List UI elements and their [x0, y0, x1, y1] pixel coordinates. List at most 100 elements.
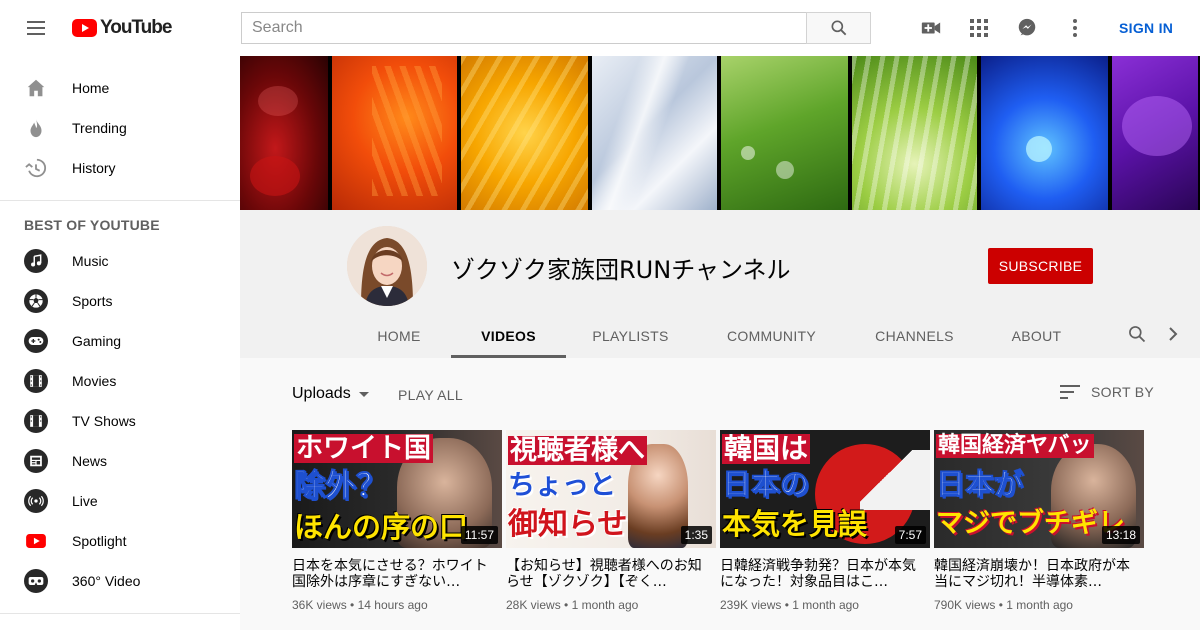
video-card[interactable]: 視聴者様へ ちょっと 御知らせ 1:35 【お知らせ】視聴者様へのお知らせ【ゾク…	[506, 430, 716, 612]
uploads-dropdown[interactable]: Uploads	[292, 385, 369, 403]
video-title[interactable]: 【お知らせ】視聴者様へのお知らせ【ゾクゾク】【ぞく…	[506, 558, 716, 590]
meta-separator: •	[998, 598, 1003, 612]
gaming-icon	[24, 329, 48, 353]
youtube-logo[interactable]: YouTube	[72, 17, 172, 39]
sidebar-item-360-video[interactable]: 360° Video	[0, 561, 240, 601]
sidebar-item-label: Gaming	[72, 333, 122, 349]
sidebar-item-news[interactable]: News	[0, 441, 240, 481]
video-duration: 11:57	[460, 526, 498, 544]
channel-avatar[interactable]	[347, 226, 427, 306]
sidebar-item-label: Sports	[72, 293, 113, 309]
play-all-button[interactable]: PLAY ALL	[398, 387, 463, 403]
channel-banner	[240, 56, 1200, 210]
video-title[interactable]: 日韓経済戦争勃発？日本が本気になった！対象品目はこ…	[720, 558, 930, 590]
video-views: 790K views	[934, 598, 996, 612]
sidebar-item-gaming[interactable]: Gaming	[0, 321, 240, 361]
messages-icon[interactable]	[1015, 16, 1039, 40]
caret-down-icon	[358, 391, 369, 397]
tab-videos[interactable]: VIDEOS	[451, 314, 566, 358]
channel-search-icon[interactable]	[1125, 322, 1149, 346]
sidebar-item-label: News	[72, 453, 108, 469]
sidebar-divider	[0, 613, 240, 614]
video-metadata: 36K views • 14 hours ago	[292, 598, 502, 612]
thumbnail-caption: マジでブチギレ	[936, 508, 1125, 539]
video-duration: 13:18	[1101, 526, 1140, 544]
video-duration: 7:57	[894, 526, 926, 544]
sidebar-item-label: Movies	[72, 373, 117, 389]
tv-icon	[24, 409, 48, 433]
chevron-right-icon[interactable]	[1161, 322, 1185, 346]
sort-icon	[1060, 385, 1080, 399]
sign-in-button[interactable]: SIGN IN	[1119, 20, 1173, 36]
sidebar-item-tv-shows[interactable]: TV Shows	[0, 401, 240, 441]
guide-sidebar: Home Trending History BEST OF YOUTUBE Mu…	[0, 56, 240, 630]
search-button[interactable]	[806, 12, 871, 44]
flame-icon	[24, 116, 48, 140]
video-grid: ホワイト国 除外？ ほんの序の口 11:57 日本を本気にさせる？ホワイト国除外…	[292, 430, 1148, 612]
banner-strip-orange	[332, 56, 457, 210]
video-metadata: 28K views • 1 month ago	[506, 598, 716, 612]
banner-strip-red	[240, 56, 328, 210]
sidebar-item-live[interactable]: Live	[0, 481, 240, 521]
video-title[interactable]: 日本を本気にさせる？ホワイト国除外は序章にすぎない…	[292, 558, 502, 590]
tab-community[interactable]: COMMUNITY	[695, 314, 848, 358]
tab-playlists[interactable]: PLAYLISTS	[566, 314, 695, 358]
banner-strip-yellow	[461, 56, 588, 210]
sidebar-item-home[interactable]: Home	[0, 68, 240, 108]
video-thumbnail[interactable]: 韓国は 日本の 本気を見誤 7:57	[720, 430, 930, 548]
meta-separator: •	[350, 598, 355, 612]
thumbnail-caption: 除外？	[294, 468, 388, 504]
video-title[interactable]: 韓国経済崩壊か！日本政府が本当にマジ切れ！半導体素…	[934, 558, 1144, 590]
video-metadata: 790K views • 1 month ago	[934, 598, 1144, 612]
tab-about[interactable]: ABOUT	[981, 314, 1092, 358]
video-thumbnail[interactable]: 視聴者様へ ちょっと 御知らせ 1:35	[506, 430, 716, 548]
video-views: 28K views	[506, 598, 561, 612]
logo-text: YouTube	[100, 17, 172, 38]
meta-separator: •	[784, 598, 789, 612]
sidebar-item-label: History	[72, 160, 116, 176]
history-icon	[24, 156, 48, 180]
sidebar-item-trending[interactable]: Trending	[0, 108, 240, 148]
video-age: 14 hours ago	[357, 598, 428, 612]
sidebar-item-label: Spotlight	[72, 533, 127, 549]
sort-by-label: SORT BY	[1091, 384, 1155, 400]
sidebar-item-label: Live	[72, 493, 98, 509]
create-video-icon[interactable]	[919, 16, 943, 40]
video-card[interactable]: ホワイト国 除外？ ほんの序の口 11:57 日本を本気にさせる？ホワイト国除外…	[292, 430, 502, 612]
video-age: 1 month ago	[792, 598, 859, 612]
search-input[interactable]	[241, 12, 807, 44]
thumbnail-caption: ホワイト国	[294, 433, 433, 464]
tab-home[interactable]: HOME	[347, 314, 451, 358]
thumbnail-caption: 韓国は	[722, 432, 811, 465]
thumbnail-caption: 韓国経済ヤバッ	[936, 433, 1094, 458]
meta-separator: •	[564, 598, 569, 612]
subscribe-button[interactable]: SUBSCRIBE	[988, 248, 1093, 284]
sidebar-item-movies[interactable]: Movies	[0, 361, 240, 401]
spotlight-icon	[24, 529, 48, 553]
vr-icon	[24, 569, 48, 593]
video-thumbnail[interactable]: 韓国経済ヤバッ 日本が マジでブチギレ 13:18	[934, 430, 1144, 548]
sidebar-item-spotlight[interactable]: Spotlight	[0, 521, 240, 561]
more-vert-icon[interactable]	[1063, 16, 1087, 40]
video-age: 1 month ago	[571, 598, 639, 612]
video-card[interactable]: 韓国は 日本の 本気を見誤 7:57 日韓経済戦争勃発？日本が本気になった！対象…	[720, 430, 930, 612]
live-icon	[24, 489, 48, 513]
channel-title: ゾクゾク家族団RUNチャンネル	[451, 256, 791, 284]
hamburger-menu-icon[interactable]	[24, 16, 48, 40]
search-icon	[831, 20, 846, 36]
channel-header: ゾクゾク家族団RUNチャンネル SUBSCRIBE HOME VIDEOS PL…	[240, 210, 1200, 358]
sidebar-item-label: Home	[72, 80, 110, 96]
tab-channels[interactable]: CHANNELS	[848, 314, 981, 358]
youtube-play-icon	[72, 19, 97, 37]
apps-grid-icon[interactable]	[967, 16, 991, 40]
sidebar-item-sports[interactable]: Sports	[0, 281, 240, 321]
video-card[interactable]: 韓国経済ヤバッ 日本が マジでブチギレ 13:18 韓国経済崩壊か！日本政府が本…	[934, 430, 1144, 612]
thumbnail-caption: 日本の	[721, 467, 810, 501]
sort-by-button[interactable]: SORT BY	[1060, 384, 1154, 400]
banner-strip-blue	[981, 56, 1108, 210]
video-thumbnail[interactable]: ホワイト国 除外？ ほんの序の口 11:57	[292, 430, 502, 548]
masthead: YouTube SIGN IN	[0, 0, 1200, 56]
sidebar-item-history[interactable]: History	[0, 148, 240, 188]
sidebar-item-label: Trending	[72, 120, 127, 136]
movies-icon	[24, 369, 48, 393]
